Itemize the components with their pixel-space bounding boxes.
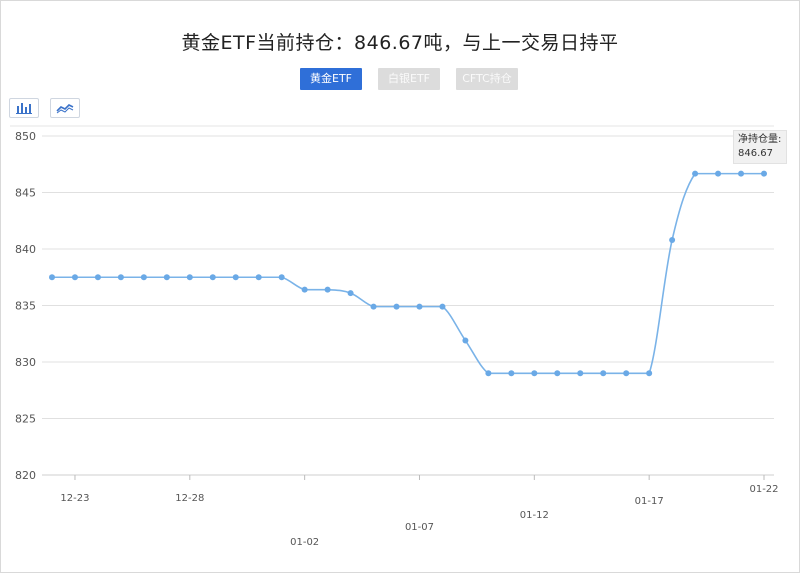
y-tick-label: 830 xyxy=(15,356,36,369)
x-tick-label: 01-12 xyxy=(520,510,549,521)
data-point xyxy=(117,274,124,281)
x-tick-label: 12-23 xyxy=(60,493,89,504)
data-point xyxy=(554,370,561,377)
data-point xyxy=(163,274,170,281)
x-tick-label: 01-02 xyxy=(290,537,319,548)
data-point xyxy=(209,274,216,281)
data-point xyxy=(439,303,446,310)
data-point xyxy=(485,370,492,377)
data-point xyxy=(508,370,515,377)
data-point xyxy=(669,236,676,243)
data-point xyxy=(715,170,722,177)
x-tick-label: 12-28 xyxy=(175,493,204,504)
data-point xyxy=(232,274,239,281)
data-point xyxy=(462,337,469,344)
y-tick-label: 840 xyxy=(15,243,36,256)
x-tick-label: 01-22 xyxy=(749,484,778,495)
data-point xyxy=(646,370,653,377)
data-point xyxy=(600,370,607,377)
data-point xyxy=(347,290,354,297)
data-point xyxy=(94,274,101,281)
series-line xyxy=(51,172,764,375)
x-tick-label: 01-07 xyxy=(405,522,434,533)
y-tick-label: 820 xyxy=(15,469,36,482)
y-tick-label: 850 xyxy=(15,130,36,143)
y-tick-label: 845 xyxy=(15,187,36,200)
data-point xyxy=(324,286,331,293)
data-point xyxy=(761,170,767,177)
line-chart: 820 825 830 835 840 845 850 12-23 12-28 01-02 01-0… xyxy=(10,125,779,548)
tooltip-value: 846.67 xyxy=(738,148,773,159)
data-point xyxy=(186,274,193,281)
data-point xyxy=(71,274,78,281)
data-point xyxy=(692,170,699,177)
data-point xyxy=(278,274,285,281)
data-point xyxy=(370,303,377,310)
data-point xyxy=(301,286,308,293)
data-point xyxy=(623,370,630,377)
data-point xyxy=(416,303,423,310)
data-point xyxy=(255,274,262,281)
data-point xyxy=(140,274,147,281)
data-point xyxy=(738,170,745,177)
data-point xyxy=(393,303,400,310)
tooltip-label: 净持仓量: xyxy=(738,134,782,145)
data-point xyxy=(49,274,55,281)
y-tick-label: 825 xyxy=(15,413,36,426)
x-tick-label: 01-17 xyxy=(635,496,664,507)
data-point xyxy=(577,370,584,377)
y-tick-label: 835 xyxy=(15,300,36,313)
tooltip: 净持仓量: 846.67 xyxy=(733,130,787,164)
data-point xyxy=(531,370,538,377)
